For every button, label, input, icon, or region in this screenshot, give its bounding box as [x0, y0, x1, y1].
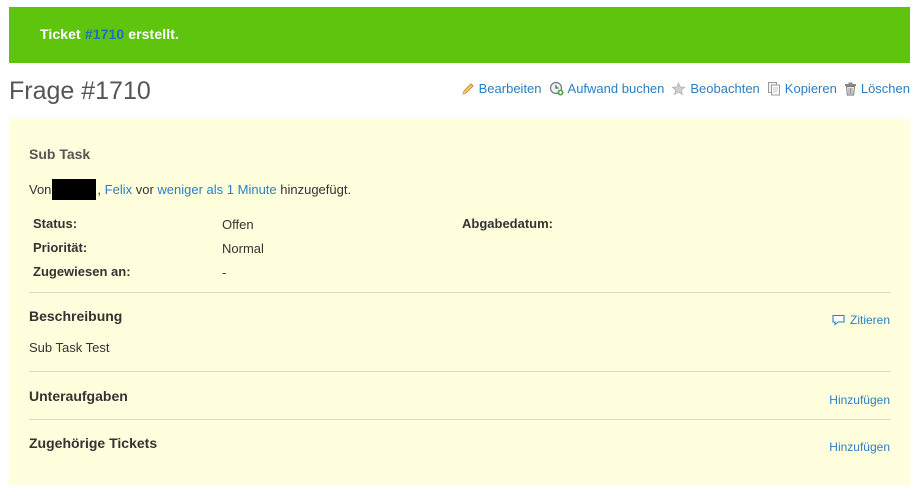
pencil-icon	[461, 82, 474, 95]
author-suffix: hinzugefügt.	[276, 182, 352, 197]
priority-value: Normal	[222, 241, 264, 256]
issue-details: Sub Task Von, Felix vor weniger als 1 Mi…	[9, 119, 910, 485]
copy-label: Kopieren	[784, 81, 837, 96]
log-time-button[interactable]: Aufwand buchen	[549, 81, 665, 96]
divider	[29, 292, 890, 293]
flash-text: Ticket #1710 erstellt.	[40, 26, 179, 42]
star-icon	[671, 81, 686, 95]
status-value: Offen	[222, 217, 254, 232]
flash-prefix: Ticket	[40, 26, 85, 42]
flash-suffix: erstellt.	[124, 26, 179, 42]
author-prefix: Von	[29, 182, 52, 197]
flash-ticket-link[interactable]: #1710	[85, 26, 124, 42]
redacted-avatar	[52, 179, 97, 200]
due-date-label: Abgabedatum:	[462, 216, 553, 231]
quote-label: Zitieren	[849, 313, 890, 327]
author-mid: vor	[132, 182, 158, 197]
time-link[interactable]: weniger als 1 Minute	[157, 182, 276, 197]
watch-label: Beobachten	[690, 81, 760, 96]
quote-button[interactable]: Zitieren	[832, 313, 890, 327]
add-relation-button[interactable]: Hinzufügen	[829, 440, 890, 454]
subtasks-heading: Unteraufgaben	[29, 388, 128, 404]
delete-label: Löschen	[860, 81, 910, 96]
trash-icon	[844, 82, 856, 95]
issue-subject: Sub Task	[29, 146, 91, 162]
edit-button[interactable]: Bearbeiten	[461, 81, 542, 96]
assignee-value: -	[222, 265, 227, 280]
flash-notice: Ticket #1710 erstellt.	[9, 7, 910, 63]
status-label: Status:	[33, 216, 78, 231]
delete-button[interactable]: Löschen	[844, 81, 910, 96]
author-line: Von, Felix vor weniger als 1 Minute hinz…	[29, 179, 351, 200]
divider	[29, 419, 890, 420]
comment-icon	[832, 314, 845, 326]
add-subtask-button[interactable]: Hinzufügen	[829, 393, 890, 407]
relations-heading: Zugehörige Tickets	[29, 435, 158, 451]
contextual-actions: Bearbeiten Aufwand buchen Beobachten Kop…	[454, 81, 910, 96]
watch-button[interactable]: Beobachten	[671, 81, 760, 96]
description-heading: Beschreibung	[29, 308, 123, 324]
divider	[29, 371, 890, 372]
page-title: Frage #1710	[9, 77, 151, 105]
log-time-label: Aufwand buchen	[567, 81, 665, 96]
priority-label: Priorität:	[33, 240, 88, 255]
author-link[interactable]: Felix	[105, 182, 132, 197]
description-text: Sub Task Test	[29, 340, 110, 355]
copy-button[interactable]: Kopieren	[767, 81, 837, 96]
time-add-icon	[549, 81, 564, 96]
copy-icon	[767, 82, 780, 96]
edit-button-label: Bearbeiten	[478, 81, 542, 96]
author-sep: ,	[97, 182, 105, 197]
assignee-label: Zugewiesen an:	[33, 264, 131, 279]
